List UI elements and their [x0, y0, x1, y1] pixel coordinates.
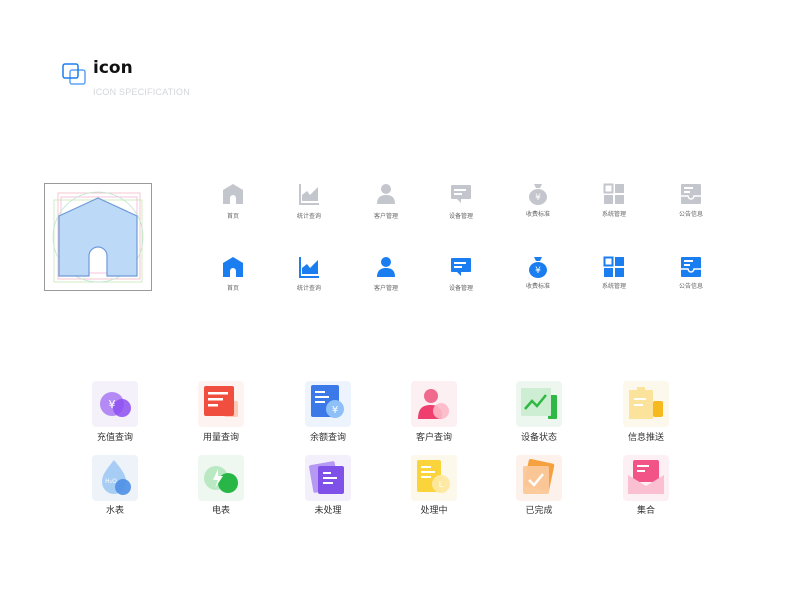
nav-label-device-active: 设备管理 [448, 286, 473, 292]
logo-icon [62, 63, 86, 85]
app-label-unprocessed: 未处理 [314, 506, 342, 516]
home-spec-icon [52, 191, 144, 283]
home-icon-active[interactable] [222, 256, 244, 278]
app-label-water-meter: 水表 [105, 506, 124, 516]
system-icon-active[interactable] [603, 256, 625, 278]
fee-standard-icon[interactable]: ¥ [527, 183, 549, 205]
statistics-icon-active[interactable] [298, 256, 320, 278]
app-label-completed: 已完成 [525, 506, 553, 516]
nav-label-system-active: 系统管理 [601, 284, 626, 290]
nav-label-customer: 客户管理 [373, 214, 398, 220]
customer-icon[interactable] [375, 183, 397, 205]
nav-label-statistics-active: 统计查询 [296, 286, 321, 292]
nav-label-customer-active: 客户管理 [373, 286, 398, 292]
nav-label-notice: 公告信息 [678, 212, 703, 218]
nav-label-home: 首页 [226, 214, 239, 220]
app-label-device-status: 设备状态 [520, 433, 557, 443]
electric-meter-icon[interactable] [198, 455, 244, 501]
notice-icon-active[interactable] [680, 256, 702, 278]
balance-query-icon[interactable]: ¥ [305, 381, 351, 427]
nav-label-fee: 收费标准 [525, 212, 550, 218]
water-text: H₂O [105, 478, 117, 485]
completed-icon[interactable] [516, 455, 562, 501]
app-label-recharge-query: 充值查询 [96, 433, 133, 443]
yen-glyph: ¥ [535, 266, 541, 276]
collection-icon[interactable] [623, 455, 669, 501]
app-label-collection: 集合 [636, 506, 655, 516]
yen-glyph: ¥ [109, 398, 116, 411]
yen-glyph: ¥ [535, 193, 541, 203]
recharge-query-icon[interactable]: ¥ [92, 381, 138, 427]
device-status-icon[interactable] [516, 381, 562, 427]
customer-icon-active[interactable] [375, 256, 397, 278]
yen-glyph: ¥ [332, 405, 338, 416]
nav-label-device: 设备管理 [448, 214, 473, 220]
nav-label-statistics: 统计查询 [296, 214, 321, 220]
statistics-icon[interactable] [298, 183, 320, 205]
home-icon[interactable] [222, 183, 244, 205]
l-glyph: L [439, 480, 444, 489]
app-label-message-push: 信息推送 [627, 433, 664, 443]
nav-label-system: 系统管理 [601, 212, 626, 218]
system-icon[interactable] [603, 183, 625, 205]
app-label-customer-query: 客户查询 [415, 433, 452, 443]
water-meter-icon[interactable]: H₂O [92, 455, 138, 501]
notice-icon[interactable] [680, 183, 702, 205]
nav-label-fee-active: 收费标准 [525, 284, 550, 290]
app-label-electric-meter: 电表 [211, 506, 230, 516]
device-icon[interactable] [450, 183, 472, 205]
icon-spec-grid [44, 183, 152, 291]
nav-label-notice-active: 公告信息 [678, 284, 703, 290]
page-title: icon [93, 58, 133, 78]
app-label-usage-query: 用量查询 [202, 433, 239, 443]
nav-label-home-active: 首页 [226, 286, 239, 292]
usage-query-icon[interactable] [198, 381, 244, 427]
app-label-balance-query: 余额查询 [309, 433, 346, 443]
page-subtitle: ICON SPECIFICATION [93, 87, 190, 97]
processing-icon[interactable]: L [411, 455, 457, 501]
app-label-processing: 处理中 [420, 506, 448, 516]
customer-query-icon[interactable] [411, 381, 457, 427]
device-icon-active[interactable] [450, 256, 472, 278]
message-push-icon[interactable] [623, 381, 669, 427]
unprocessed-icon[interactable] [305, 455, 351, 501]
fee-standard-icon-active[interactable]: ¥ [527, 256, 549, 278]
